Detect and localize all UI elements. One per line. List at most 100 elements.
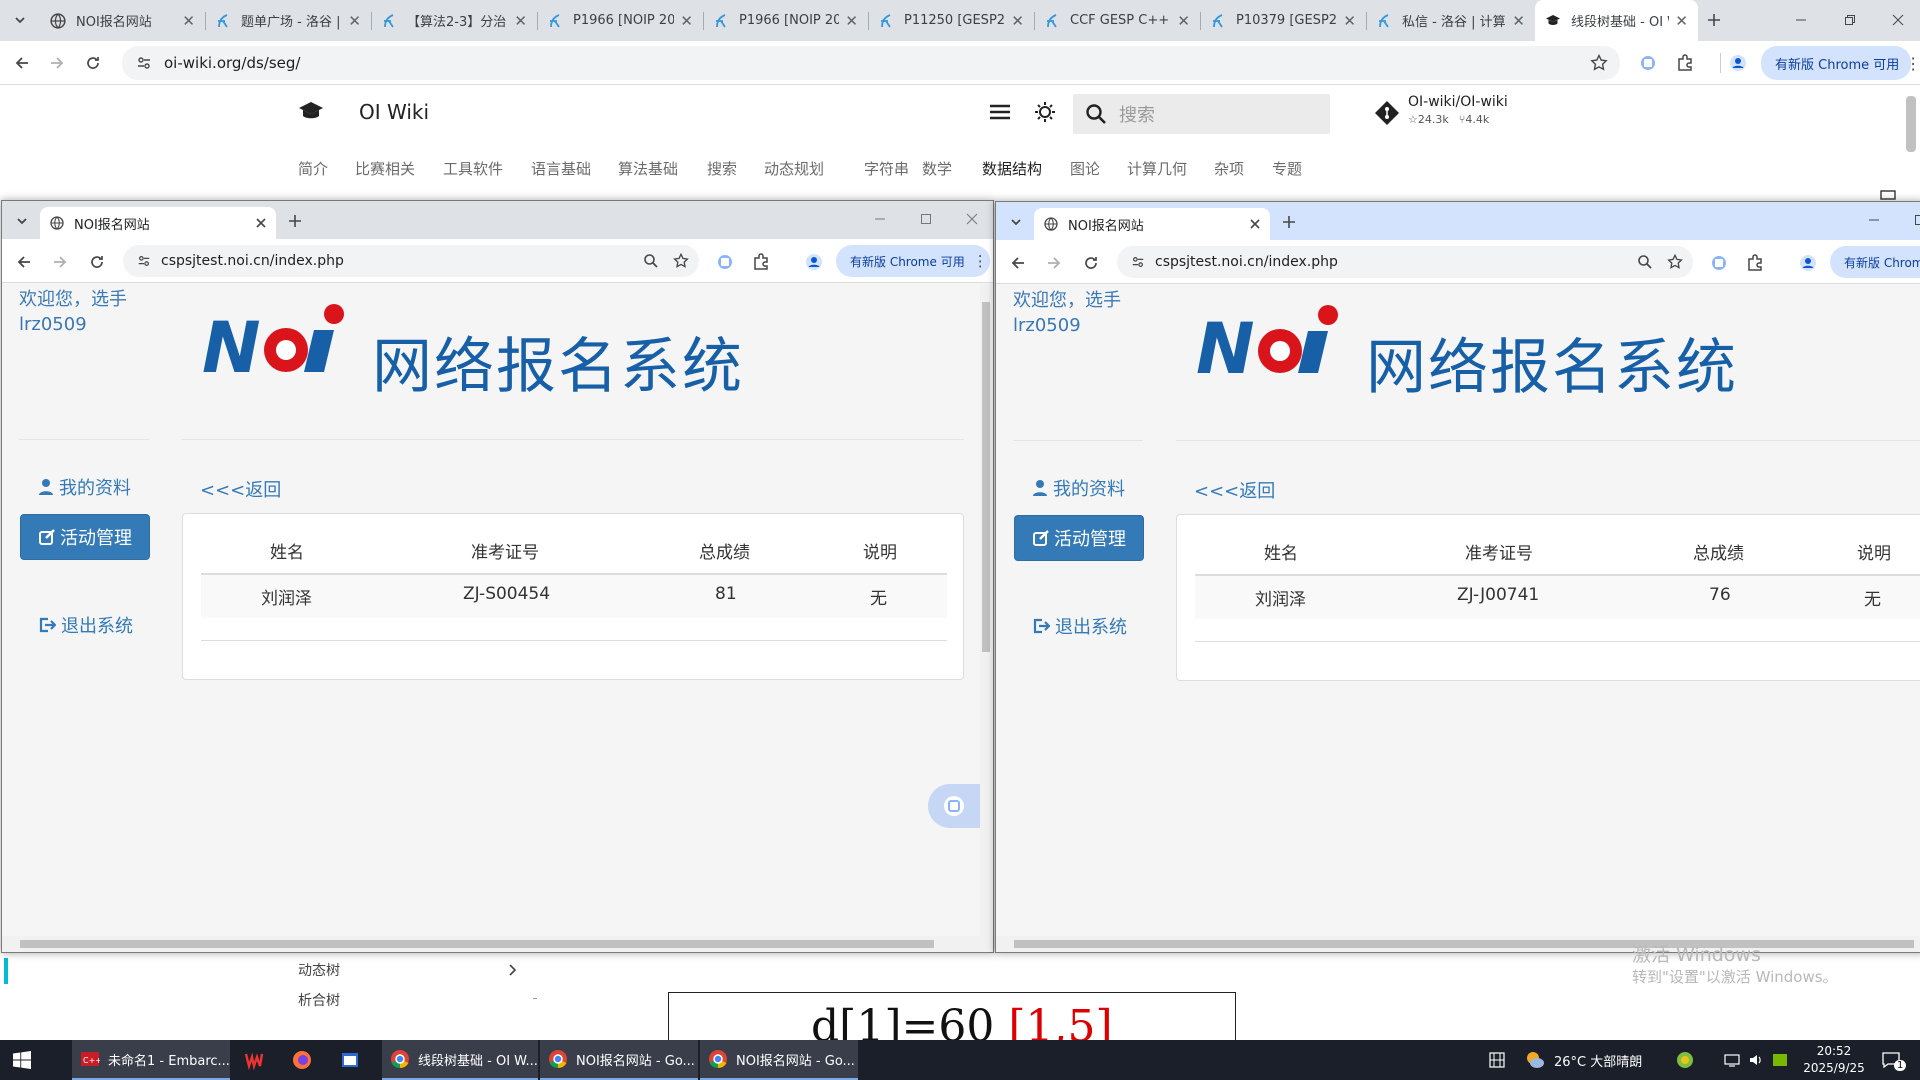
toc-icon[interactable] — [1880, 190, 1896, 200]
puzzle-icon[interactable] — [1746, 254, 1764, 272]
close-icon[interactable] — [1250, 219, 1260, 229]
nav-item[interactable]: 杂项 — [1214, 158, 1244, 179]
chrome-update-pill[interactable]: 有新版 Chrome 可用 ⋮ — [1761, 46, 1920, 80]
nav-item[interactable]: 搜索 — [707, 158, 737, 179]
site-title[interactable]: OI Wiki — [359, 100, 429, 124]
taskbar-app[interactable]: C++ 未命名1 - Embarc... — [72, 1040, 230, 1080]
window-address-bar[interactable]: cspsjtest.noi.cn/index.php — [123, 245, 699, 277]
menu-profile[interactable]: 我的资料 — [38, 474, 131, 500]
back-link[interactable]: <<<返回 — [1194, 477, 1275, 503]
maximize-icon[interactable] — [920, 213, 932, 225]
profile-icon[interactable] — [805, 253, 823, 271]
restore-button[interactable] — [1836, 6, 1864, 34]
arrow-right-icon[interactable] — [1046, 255, 1062, 271]
translate-icon[interactable] — [716, 253, 734, 271]
taskbar-app[interactable] — [240, 1040, 270, 1080]
nav-item[interactable]: 工具软件 — [443, 158, 503, 179]
tray-app[interactable] — [1676, 1040, 1694, 1080]
start-button[interactable] — [0, 1040, 44, 1080]
close-icon[interactable]: ✕ — [1343, 12, 1356, 30]
ime-indicator[interactable] — [1486, 1040, 1508, 1080]
nav-item[interactable]: 动态规划 — [764, 158, 824, 179]
browser-tab[interactable]: P11250 [GESP20 ✕ — [868, 0, 1034, 41]
translate-icon[interactable] — [1710, 254, 1728, 272]
nav-item[interactable]: 语言基础 — [531, 158, 591, 179]
bookmark-star-button[interactable] — [1585, 49, 1613, 77]
nav-item[interactable]: 数学 — [922, 158, 952, 179]
reload-icon[interactable] — [89, 254, 105, 270]
back-button[interactable] — [8, 49, 36, 77]
new-tab-button[interactable] — [1700, 6, 1728, 34]
menu-profile[interactable]: 我的资料 — [1032, 475, 1125, 501]
window-address-bar[interactable]: cspsjtest.noi.cn/index.php — [1117, 246, 1693, 278]
close-icon[interactable]: ✕ — [514, 12, 527, 30]
arrow-left-icon[interactable] — [1010, 255, 1026, 271]
git-icon[interactable] — [1374, 100, 1400, 126]
translate-extension-button[interactable] — [1634, 49, 1662, 77]
plus-icon[interactable] — [1282, 215, 1296, 229]
forward-button[interactable] — [43, 49, 71, 77]
arrow-right-icon[interactable] — [52, 254, 68, 270]
tab-search-button[interactable] — [6, 6, 34, 34]
system-tray[interactable] — [1724, 1040, 1788, 1080]
horizontal-scrollbar[interactable] — [2, 936, 993, 952]
menu-activity-button[interactable]: 活动管理 — [20, 514, 150, 560]
extensions-button[interactable] — [1671, 49, 1699, 77]
close-icon[interactable]: ✕ — [1512, 12, 1525, 30]
close-icon[interactable]: ✕ — [1675, 12, 1688, 30]
side-item-analyze-tree[interactable]: 析合树 — [298, 990, 340, 1010]
star-icon[interactable] — [673, 253, 689, 269]
browser-tab[interactable]: 线段树基础 - OI W ✕ — [1535, 0, 1698, 41]
back-link[interactable]: <<<返回 — [200, 476, 281, 502]
site-info-icon[interactable] — [136, 55, 152, 71]
window-tab[interactable]: NOI报名网站 — [1034, 208, 1270, 240]
star-icon[interactable] — [1667, 254, 1683, 270]
nav-item[interactable]: 算法基础 — [618, 158, 678, 179]
chevron-down-icon[interactable] — [16, 215, 28, 227]
nav-item[interactable]: 比赛相关 — [355, 158, 415, 179]
minimize-icon[interactable] — [1868, 218, 1880, 222]
side-item-link-cut-tree[interactable]: 动态树 — [298, 960, 340, 980]
taskbar-app[interactable] — [337, 1040, 367, 1080]
close-icon[interactable]: ✕ — [348, 12, 361, 30]
taskbar-app[interactable]: NOI报名网站 - Go... — [540, 1040, 698, 1080]
nav-item[interactable]: 专题 — [1272, 158, 1302, 179]
menu-activity-button[interactable]: 活动管理 — [1014, 515, 1144, 561]
taskbar-app[interactable]: NOI报名网站 - Go... — [700, 1040, 858, 1080]
page-scrollbar-thumb[interactable] — [1906, 96, 1916, 152]
menu-logout[interactable]: 退出系统 — [38, 612, 133, 638]
reload-icon[interactable] — [1083, 255, 1099, 271]
browser-tab[interactable]: CCF GESP C++ 4 ✕ — [1034, 0, 1200, 41]
zoom-icon[interactable] — [643, 253, 659, 269]
browser-tab[interactable]: NOI报名网站 ✕ — [40, 0, 205, 41]
browser-tab[interactable]: 私信 - 洛谷 | 计算 ✕ — [1366, 0, 1535, 41]
window-update-pill[interactable]: 有新版 Chrom — [1830, 246, 1920, 278]
taskbar-app[interactable] — [288, 1040, 318, 1080]
address-bar[interactable]: oi-wiki.org/ds/seg/ — [122, 46, 1620, 80]
vertical-scrollbar[interactable] — [980, 284, 992, 939]
close-icon[interactable]: ✕ — [845, 12, 858, 30]
reload-button[interactable] — [79, 49, 107, 77]
close-icon[interactable]: ✕ — [680, 12, 693, 30]
profile-icon[interactable] — [1799, 254, 1817, 272]
zoom-icon[interactable] — [1637, 254, 1653, 270]
profile-button[interactable] — [1724, 49, 1752, 77]
notification-center[interactable]: 1 — [1876, 1040, 1907, 1080]
search-box[interactable]: 搜索 — [1073, 94, 1330, 134]
site-info-icon[interactable] — [137, 254, 151, 268]
browser-tab[interactable]: 【算法2-3】分治 ✕ — [371, 0, 537, 41]
taskbar-app[interactable]: 线段树基础 - OI W... — [382, 1040, 538, 1080]
close-icon[interactable] — [966, 213, 978, 225]
menu-logout[interactable]: 退出系统 — [1032, 613, 1127, 639]
browser-tab[interactable]: P10379 [GESP20 ✕ — [1200, 0, 1366, 41]
arrow-left-icon[interactable] — [16, 254, 32, 270]
nav-item[interactable]: 图论 — [1070, 158, 1100, 179]
nav-item[interactable]: 字符串 — [864, 158, 909, 179]
nav-item[interactable]: 数据结构 — [982, 158, 1042, 179]
window-tab[interactable]: NOI报名网站 — [40, 207, 276, 239]
theme-toggle-icon[interactable] — [1034, 101, 1056, 123]
plus-icon[interactable] — [288, 214, 302, 228]
close-window-button[interactable] — [1884, 6, 1912, 34]
close-icon[interactable]: ✕ — [1177, 12, 1190, 30]
site-info-icon[interactable] — [1131, 255, 1145, 269]
